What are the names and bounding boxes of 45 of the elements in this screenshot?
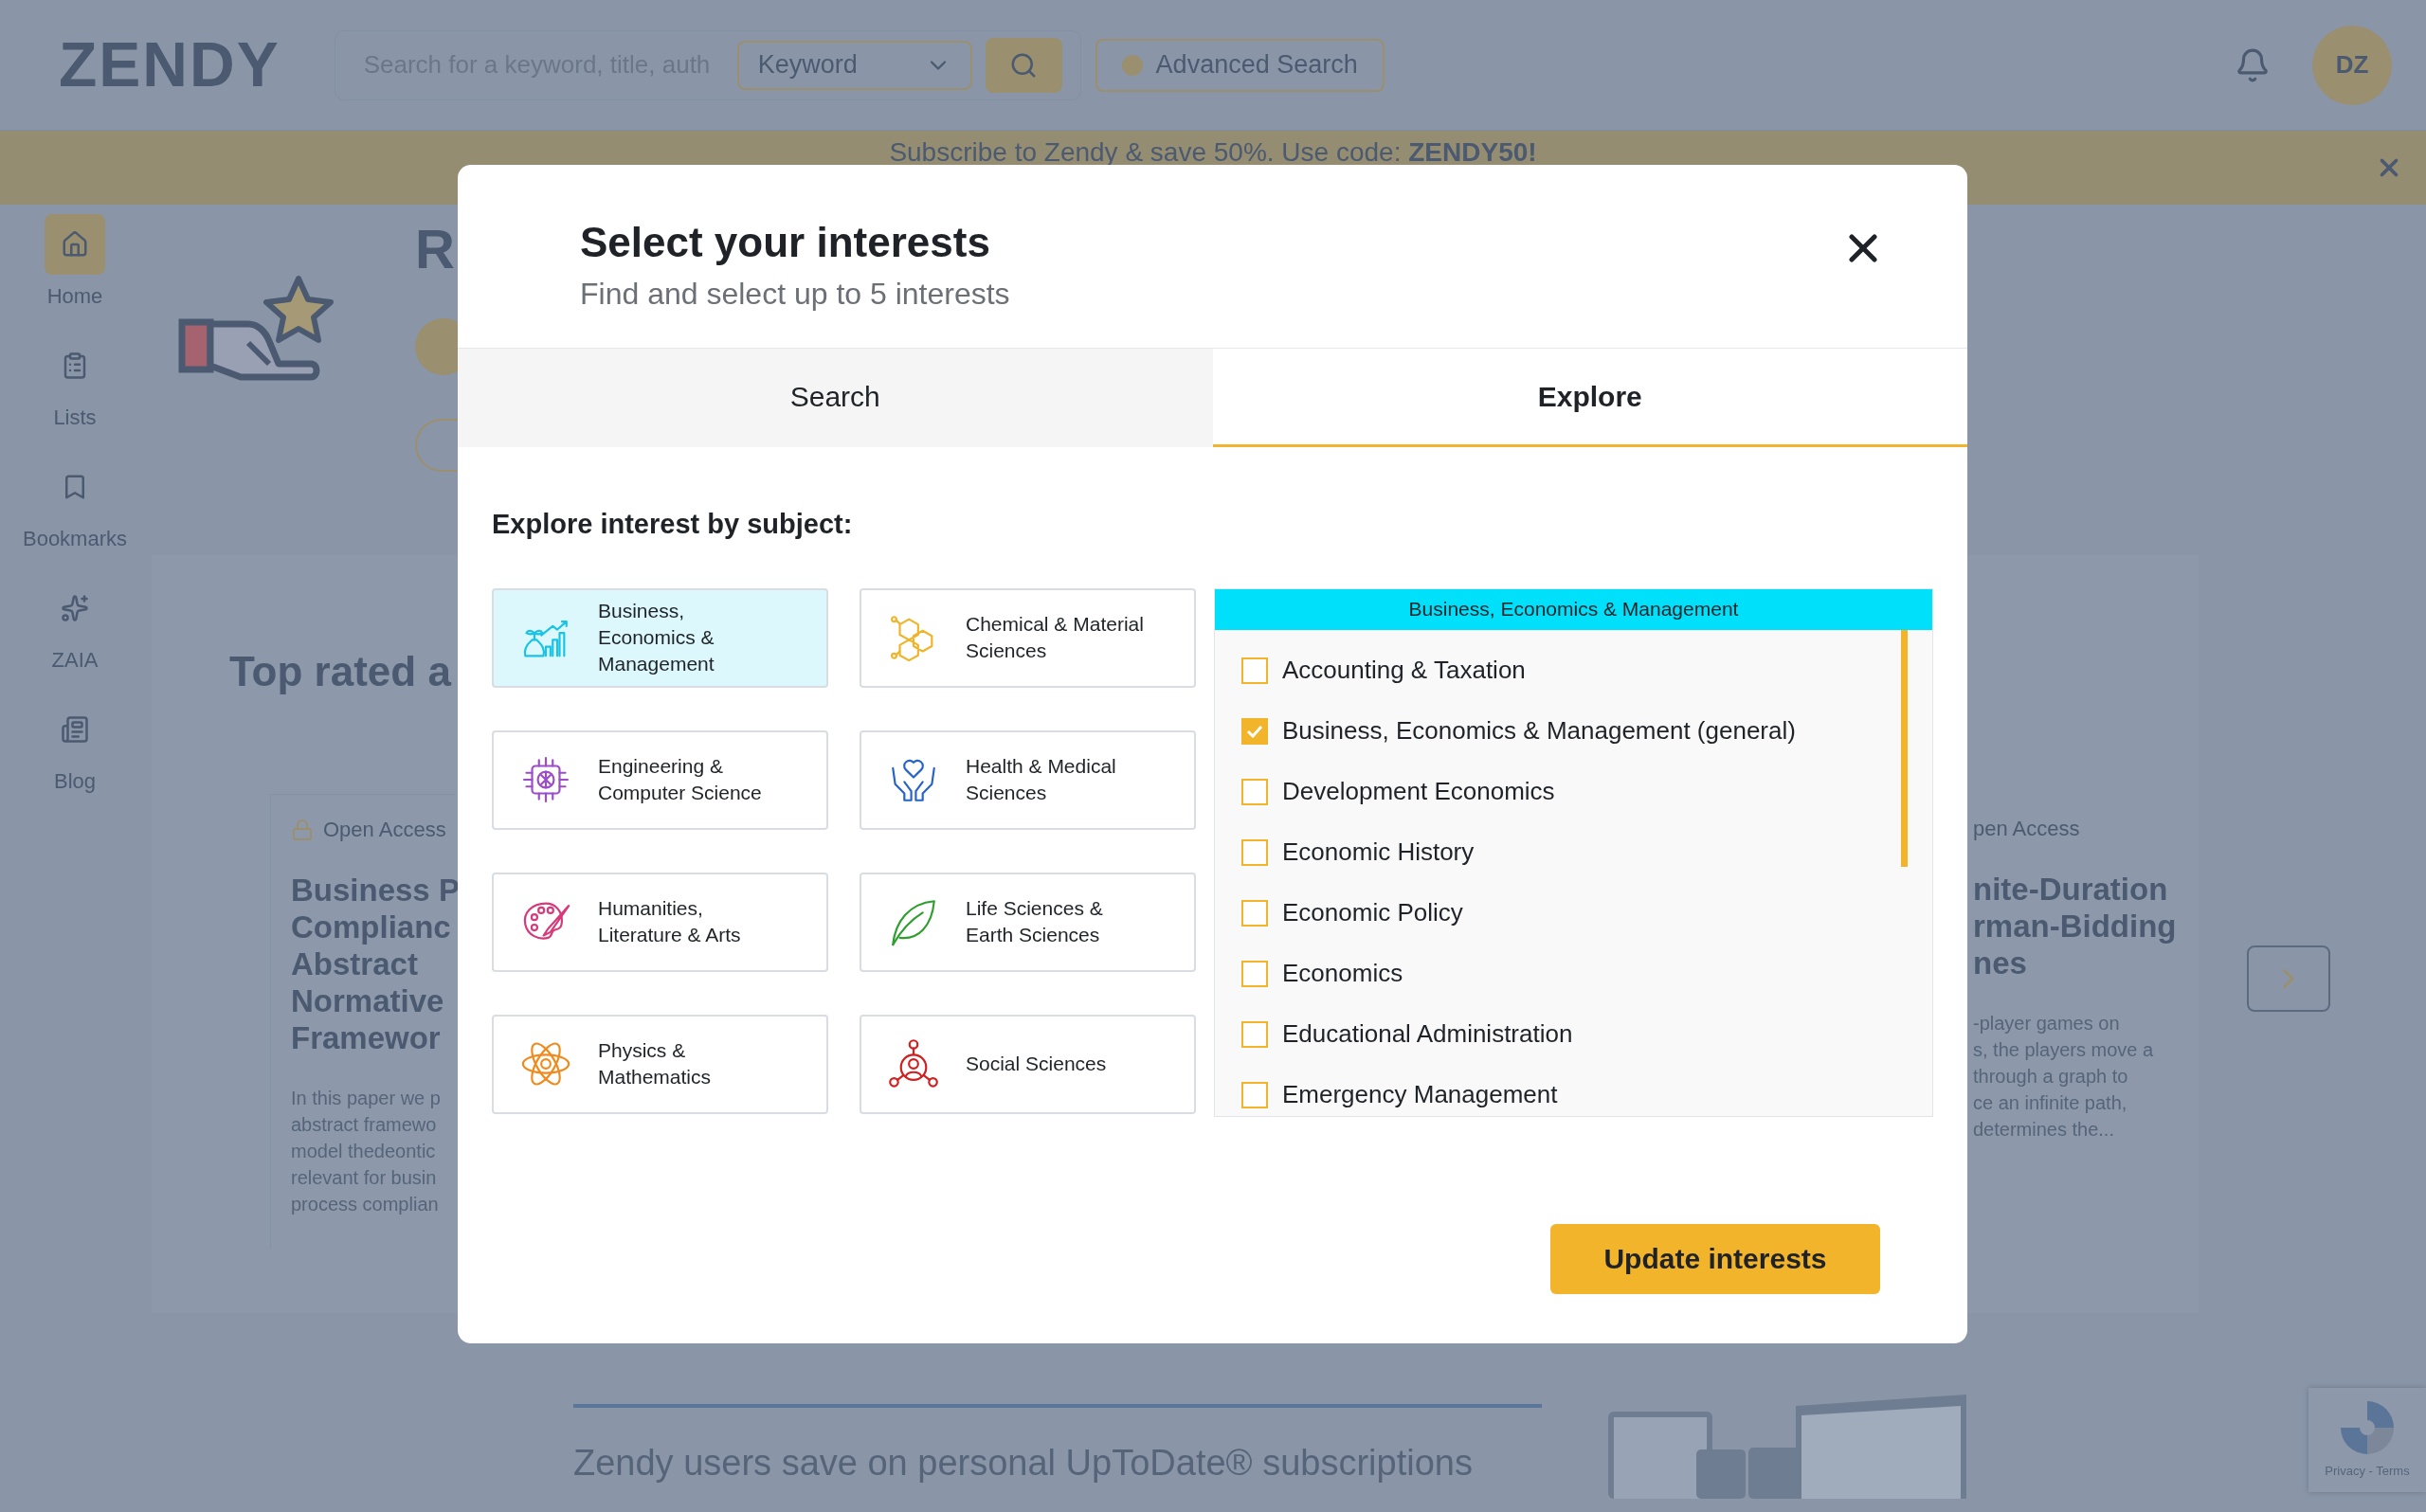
article-title: nite-Duration rman-Bidding nes <box>1973 871 2177 981</box>
subject-tile[interactable]: Physics & Mathematics <box>492 1014 828 1114</box>
access-label: Open Access <box>323 817 446 843</box>
subject-tile[interactable]: Humanities, Literature & Arts <box>492 872 828 972</box>
banner-text: Subscribe to Zendy & save 50%. Use code: ZENDY50! <box>889 136 1537 169</box>
subject-tile[interactable]: Engineering & Computer Science <box>492 729 828 830</box>
notification-bell-icon[interactable] <box>2235 46 2271 83</box>
checkbox[interactable] <box>1241 717 1268 745</box>
newspaper-icon <box>61 715 89 744</box>
checkbox[interactable] <box>1241 1020 1268 1048</box>
dialog-subtitle: Find and select up to 5 interests <box>580 276 1010 313</box>
checkbox[interactable] <box>1241 960 1268 987</box>
search-button[interactable] <box>985 37 1062 93</box>
subject-tile[interactable]: Life Sciences & Earth Sciences <box>860 872 1196 972</box>
check-icon <box>1246 724 1263 738</box>
interest-option[interactable]: Development Economics <box>1241 775 1887 808</box>
interest-option[interactable]: Economic Policy <box>1241 896 1887 929</box>
interest-option[interactable]: Economic History <box>1241 836 1887 869</box>
page-heading: R <box>415 222 455 277</box>
checkbox[interactable] <box>1241 1081 1268 1108</box>
checkbox[interactable] <box>1241 657 1268 684</box>
panel-title: Business, Economics & Management <box>1215 588 1932 630</box>
explore-prompt: Explore interest by subject: <box>492 508 854 541</box>
section-title: Top rated a <box>229 647 451 696</box>
lock-icon <box>291 818 314 841</box>
update-interests-button[interactable]: Update interests <box>1550 1223 1880 1294</box>
checkbox[interactable] <box>1241 899 1268 927</box>
subject-tile[interactable]: Health & Medical Sciences <box>860 729 1196 830</box>
interest-option[interactable]: Emergency Management <box>1241 1078 1887 1111</box>
interest-option[interactable]: Accounting & Taxation <box>1241 654 1887 687</box>
checkbox[interactable] <box>1241 778 1268 805</box>
sparkle-icon <box>61 594 89 622</box>
home-icon <box>61 230 89 259</box>
subject-tile[interactable]: Social Sciences <box>860 1014 1196 1114</box>
scrollbar-thumb[interactable] <box>1900 629 1908 867</box>
interest-option[interactable]: Economics <box>1241 957 1887 990</box>
checkbox[interactable] <box>1241 838 1268 866</box>
next-button[interactable] <box>2247 945 2330 1012</box>
dialog-title: Select your interests <box>580 218 991 267</box>
interest-option[interactable]: Business, Economics & Management (general) <box>1241 714 1887 747</box>
interest-option[interactable]: Educational Administration <box>1241 1017 1887 1051</box>
access-label: pen Access <box>1973 816 2080 842</box>
subject-tile[interactable]: Business, Economics & Management <box>492 587 828 688</box>
subject-tile[interactable]: Chemical & Material Sciences <box>860 587 1196 688</box>
tab[interactable]: Search <box>458 349 1213 447</box>
